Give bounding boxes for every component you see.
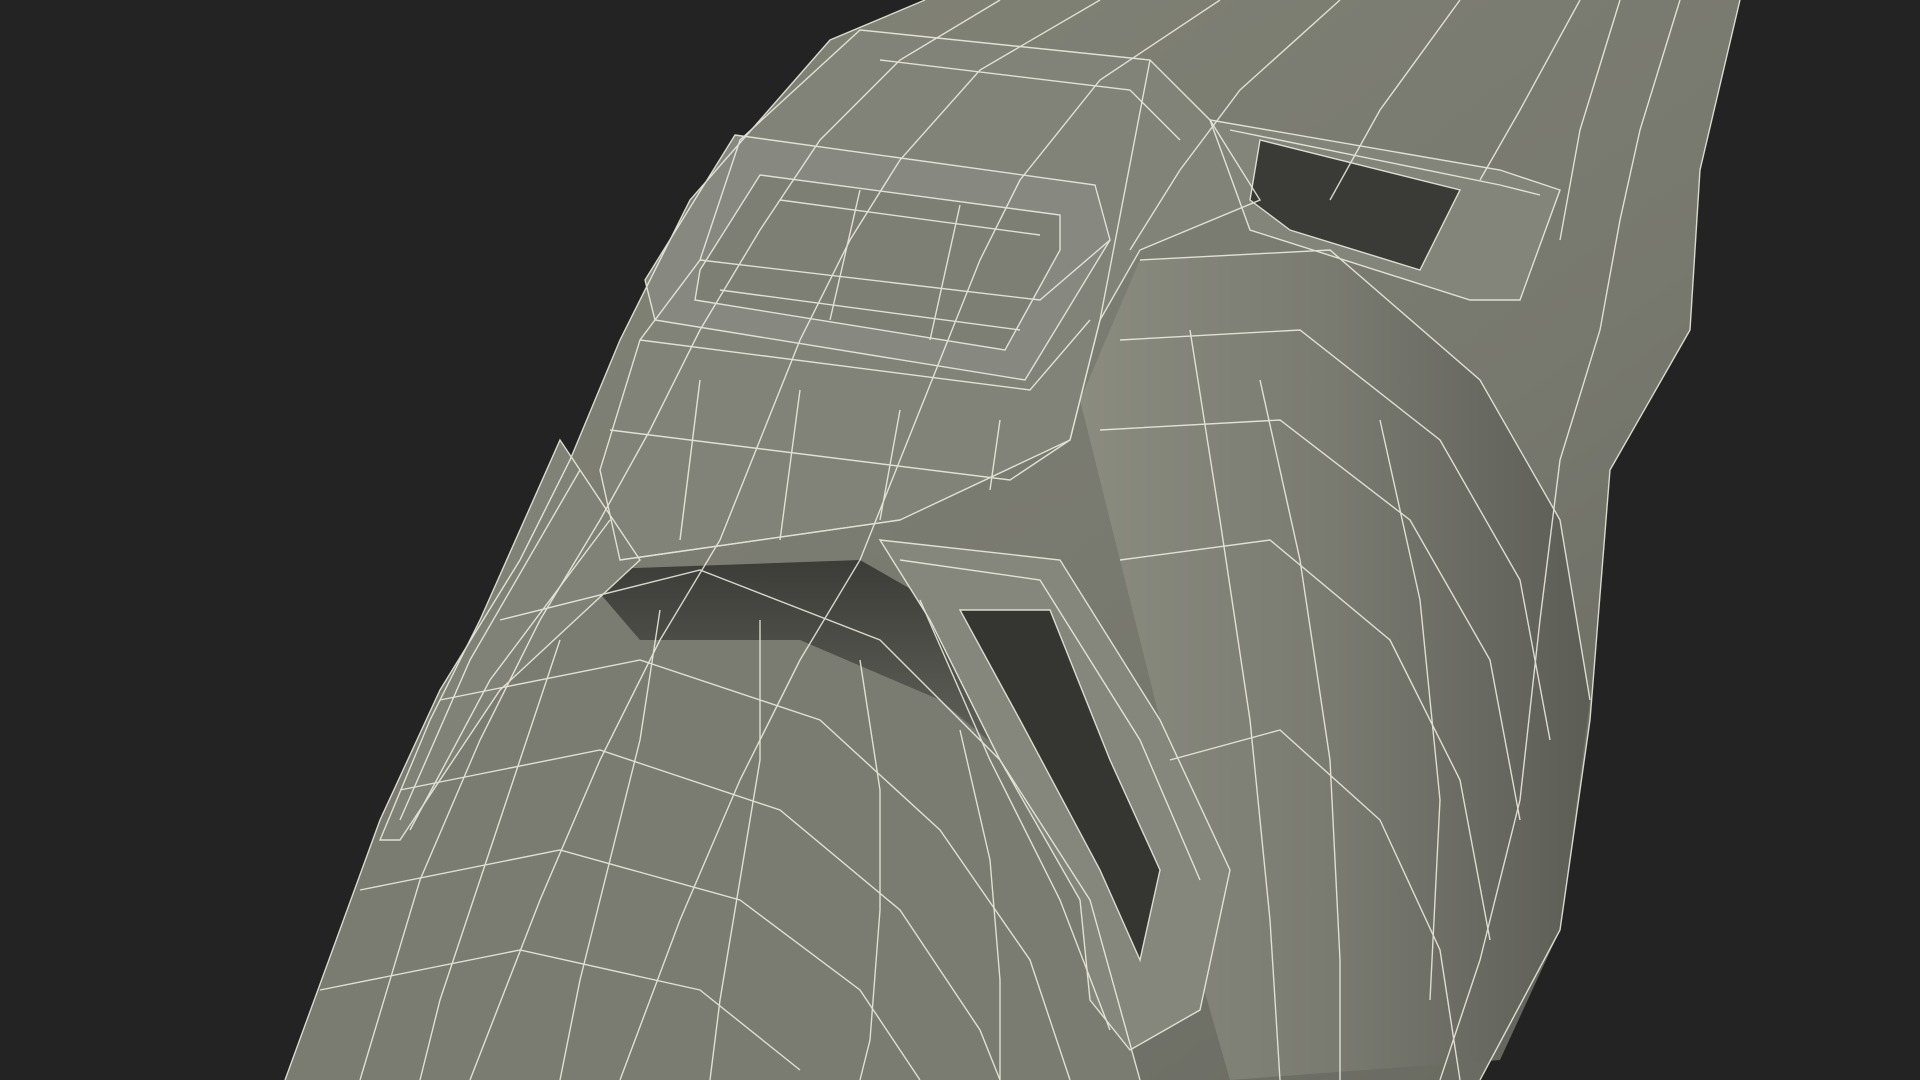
mesh-render <box>284 0 1741 1080</box>
render-viewport <box>0 0 1920 1080</box>
